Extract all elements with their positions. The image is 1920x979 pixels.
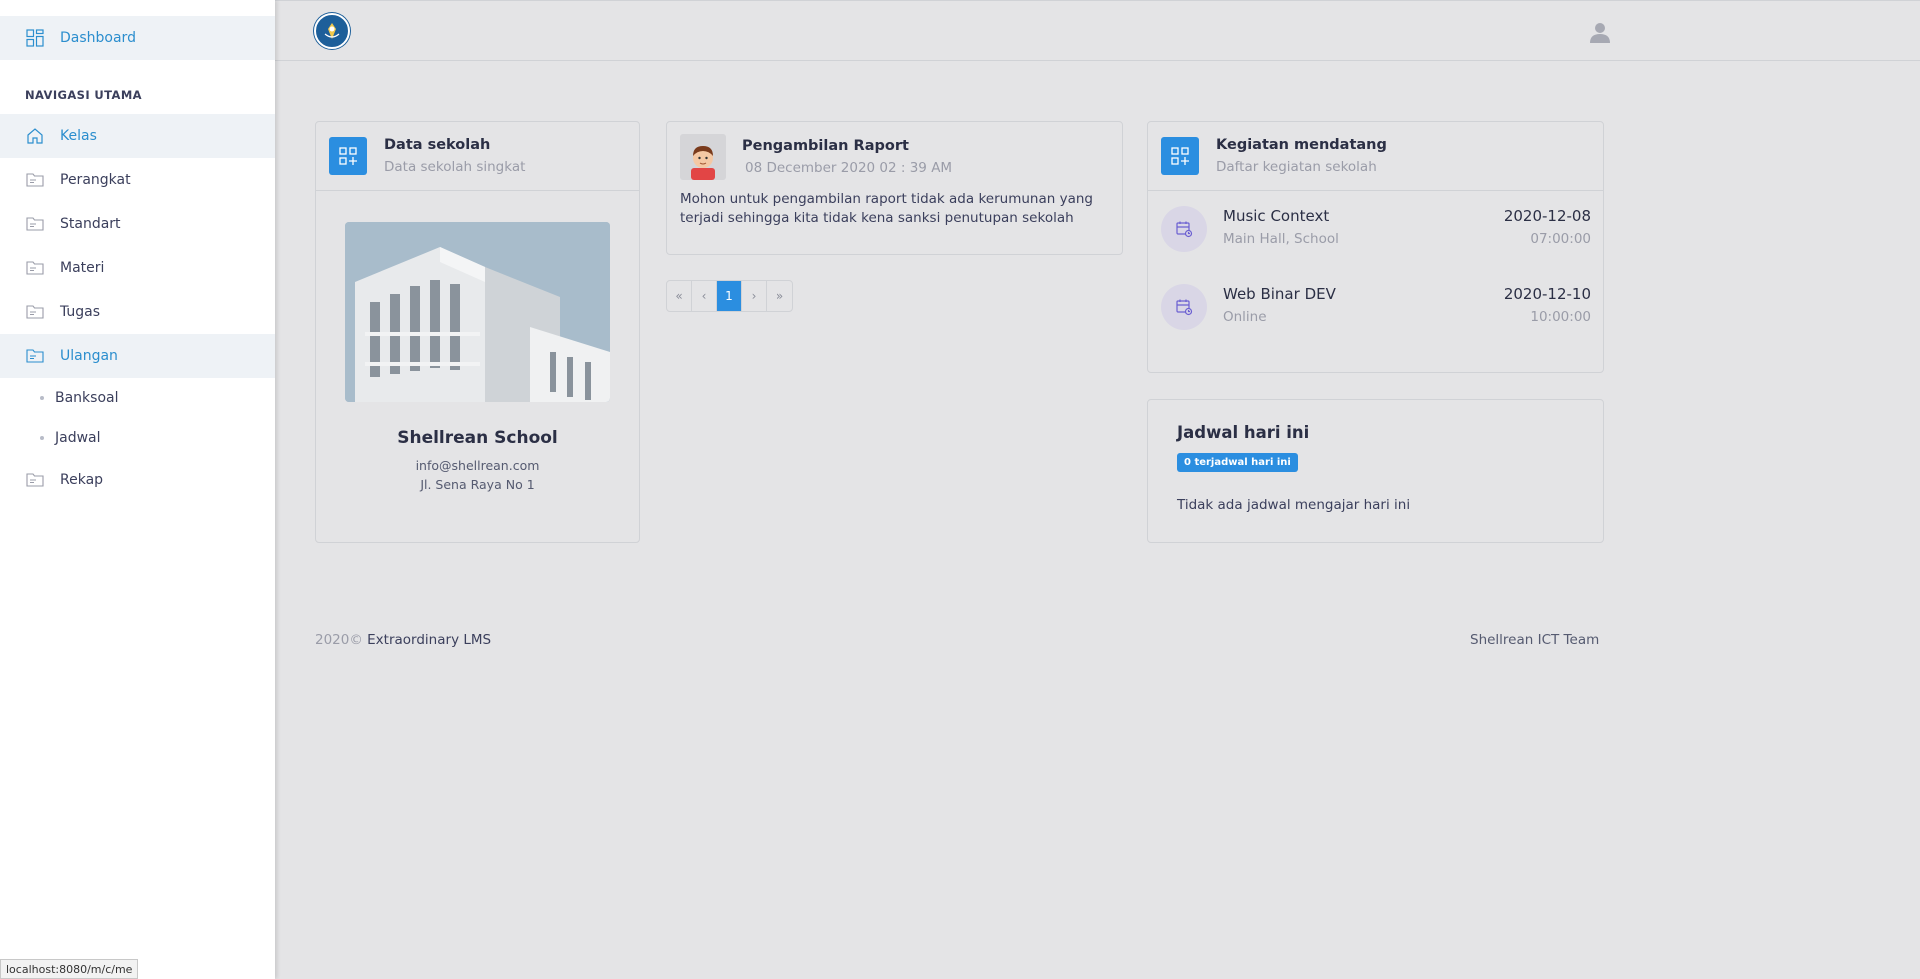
apps-icon	[1161, 137, 1199, 175]
folder-icon	[25, 258, 45, 278]
sidebar-item-label: Rekap	[60, 472, 104, 488]
sidebar-item-materi[interactable]: Materi	[0, 246, 275, 290]
footer-year: 2020©	[315, 632, 363, 648]
card-subtitle: Daftar kegiatan sekolah	[1216, 159, 1377, 175]
sidebar-subitem-label: Banksoal	[55, 390, 119, 406]
sidebar-subitem-banksoal[interactable]: Banksoal	[0, 378, 275, 418]
sidebar-item-label: Tugas	[60, 304, 101, 320]
card-title: Data sekolah	[384, 137, 491, 153]
announcement-header: Pengambilan Raport 08 December 2020 02 :…	[667, 122, 1122, 192]
first-page-button[interactable]: «	[667, 281, 692, 311]
home-icon	[25, 126, 45, 146]
footer-product: Extraordinary LMS	[367, 632, 492, 648]
last-page-button[interactable]: »	[767, 281, 792, 311]
bullet-icon	[40, 396, 44, 400]
topbar	[275, 0, 1920, 61]
schedule-card: Jadwal hari ini 0 terjadwal hari ini Tid…	[1147, 399, 1604, 543]
events-card: Kegiatan mendatang Daftar kegiatan sekol…	[1147, 121, 1604, 373]
prev-page-button[interactable]: ‹	[692, 281, 717, 311]
dashboard-icon	[25, 28, 45, 48]
folder-icon	[25, 346, 45, 366]
bullet-icon	[40, 436, 44, 440]
school-name: Shellrean School	[397, 428, 558, 448]
school-card-header: Data sekolah Data sekolah singkat	[316, 122, 639, 191]
sidebar-item-dashboard[interactable]: Dashboard	[0, 16, 275, 60]
event-name: Web Binar DEV	[1223, 285, 1336, 303]
event-time: 07:00:00	[1530, 231, 1591, 247]
announcement-card: Pengambilan Raport 08 December 2020 02 :…	[666, 121, 1123, 255]
pagination: « ‹ 1 › »	[666, 280, 793, 312]
sidebar-subitem-jadwal[interactable]: Jadwal	[0, 418, 275, 458]
school-building-image	[345, 222, 610, 402]
footer-team: Shellrean ICT Team	[1470, 632, 1600, 648]
card-title: Kegiatan mendatang	[1216, 137, 1387, 153]
browser-status-url: localhost:8080/m/c/me	[0, 959, 139, 979]
sidebar-item-label: Materi	[60, 260, 105, 276]
sidebar-item-rekap[interactable]: Rekap	[0, 458, 275, 502]
sidebar-item-kelas[interactable]: Kelas	[0, 114, 275, 158]
announcement-date: 08 December 2020 02 : 39 AM	[745, 160, 953, 176]
schedule-title: Jadwal hari ini	[1177, 423, 1310, 442]
card-subtitle: Data sekolah singkat	[384, 159, 526, 175]
sidebar-item-label: Perangkat	[60, 172, 131, 188]
announcement-body: Mohon untuk pengambilan raport tidak ada…	[680, 191, 1093, 226]
event-item[interactable]: Music Context Main Hall, School 2020-12-…	[1161, 204, 1591, 254]
page-1-button[interactable]: 1	[717, 281, 742, 311]
sidebar-item-label: Dashboard	[60, 30, 136, 46]
user-icon[interactable]	[1588, 20, 1612, 44]
calendar-icon	[1161, 206, 1207, 252]
school-address: Jl. Sena Raya No 1	[420, 477, 535, 492]
sidebar-section-heading: NAVIGASI UTAMA	[25, 88, 142, 102]
footer-copyright: 2020© Extraordinary LMS	[315, 632, 491, 648]
apps-icon	[329, 137, 367, 175]
school-card: Data sekolah Data sekolah singkat Shellr…	[315, 121, 640, 543]
school-logo[interactable]	[314, 13, 350, 49]
event-date: 2020-12-08	[1503, 207, 1591, 225]
status-badge: 0 terjadwal hari ini	[1177, 453, 1298, 472]
event-location: Online	[1223, 309, 1267, 325]
avatar	[680, 134, 726, 180]
empty-state-text: Tidak ada jadwal mengajar hari ini	[1177, 497, 1411, 513]
announcement-title: Pengambilan Raport	[742, 138, 909, 154]
sidebar-item-perangkat[interactable]: Perangkat	[0, 158, 275, 202]
sidebar-item-standart[interactable]: Standart	[0, 202, 275, 246]
folder-icon	[25, 170, 45, 190]
sidebar-item-label: Ulangan	[60, 348, 118, 364]
sidebar-item-label: Kelas	[60, 128, 97, 144]
event-location: Main Hall, School	[1223, 231, 1339, 247]
next-page-button[interactable]: ›	[742, 281, 767, 311]
sidebar-item-ulangan[interactable]: Ulangan	[0, 334, 275, 378]
sidebar-item-label: Standart	[60, 216, 121, 232]
event-item[interactable]: Web Binar DEV Online 2020-12-10 10:00:00	[1161, 282, 1591, 332]
calendar-icon	[1161, 284, 1207, 330]
event-name: Music Context	[1223, 207, 1330, 225]
folder-icon	[25, 214, 45, 234]
event-time: 10:00:00	[1530, 309, 1591, 325]
school-email: info@shellrean.com	[415, 458, 540, 473]
sidebar: Dashboard NAVIGASI UTAMA Kelas Perangkat…	[0, 0, 275, 979]
folder-icon	[25, 302, 45, 322]
events-card-header: Kegiatan mendatang Daftar kegiatan sekol…	[1148, 122, 1603, 191]
sidebar-item-tugas[interactable]: Tugas	[0, 290, 275, 334]
event-date: 2020-12-10	[1503, 285, 1591, 303]
sidebar-subitem-label: Jadwal	[55, 430, 101, 446]
folder-icon	[25, 470, 45, 490]
